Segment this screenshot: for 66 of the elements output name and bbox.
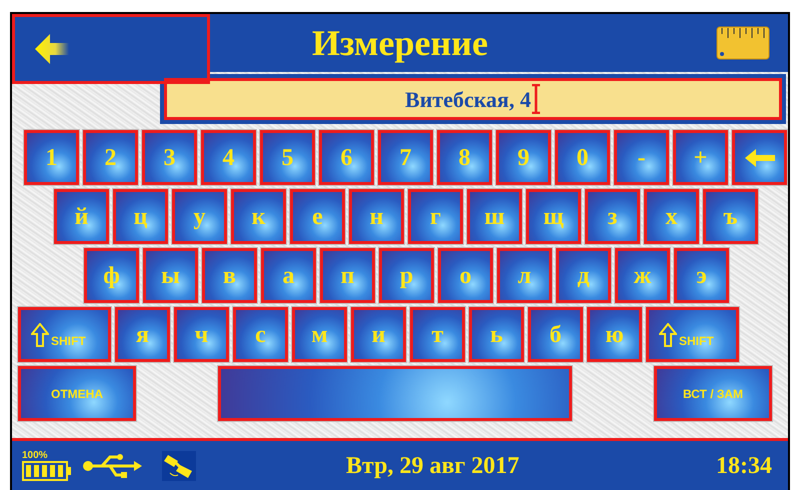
key[interactable]: б <box>528 307 583 362</box>
key[interactable]: г <box>408 189 463 244</box>
key[interactable]: ю <box>587 307 642 362</box>
key[interactable]: у <box>172 189 227 244</box>
key[interactable]: 2 <box>83 130 138 185</box>
key[interactable]: 8 <box>437 130 492 185</box>
back-button[interactable] <box>12 14 210 84</box>
key[interactable]: ч <box>174 307 229 362</box>
key[interactable]: с <box>233 307 288 362</box>
battery-percent: 100% <box>22 450 48 460</box>
key[interactable]: п <box>320 248 375 303</box>
key[interactable]: 9 <box>496 130 551 185</box>
key[interactable]: ь <box>469 307 524 362</box>
key[interactable]: ш <box>467 189 522 244</box>
key[interactable]: э <box>674 248 729 303</box>
key[interactable]: 0 <box>555 130 610 185</box>
backspace-key[interactable] <box>732 130 787 185</box>
key[interactable]: - <box>614 130 669 185</box>
text-field[interactable]: Витебская, 4 <box>160 74 786 124</box>
key[interactable]: л <box>497 248 552 303</box>
space-key[interactable] <box>218 366 572 421</box>
key[interactable]: т <box>410 307 465 362</box>
up-arrow-icon <box>31 323 49 347</box>
up-arrow-icon <box>659 323 677 347</box>
action-key[interactable]: ВСТ / ЗАМ <box>654 366 772 421</box>
action-key[interactable]: ОТМЕНА <box>18 366 136 421</box>
shift-key[interactable]: SHIFT <box>18 307 111 362</box>
key[interactable]: 4 <box>201 130 256 185</box>
key[interactable]: а <box>261 248 316 303</box>
key[interactable]: о <box>438 248 493 303</box>
key[interactable]: ж <box>615 248 670 303</box>
shift-key[interactable]: SHIFT <box>646 307 739 362</box>
date-text: Втр, 29 авг 2017 <box>346 452 520 480</box>
key[interactable]: н <box>349 189 404 244</box>
key[interactable]: + <box>673 130 728 185</box>
key[interactable]: к <box>231 189 286 244</box>
key[interactable]: р <box>379 248 434 303</box>
key[interactable]: х <box>644 189 699 244</box>
key[interactable]: 1 <box>24 130 79 185</box>
key[interactable]: м <box>292 307 347 362</box>
key[interactable]: е <box>290 189 345 244</box>
battery-icon <box>22 460 72 480</box>
key[interactable]: щ <box>526 189 581 244</box>
key[interactable]: з <box>585 189 640 244</box>
satellite-icon <box>162 450 196 480</box>
text-cursor-icon <box>530 84 541 114</box>
key[interactable]: д <box>556 248 611 303</box>
field-value: Витебская, 4 <box>405 86 531 114</box>
ruler-icon <box>716 26 770 60</box>
left-arrow-icon <box>744 148 774 166</box>
key[interactable]: и <box>351 307 406 362</box>
time-text: 18:34 <box>716 452 772 480</box>
key[interactable]: я <box>115 307 170 362</box>
key[interactable]: 7 <box>378 130 433 185</box>
left-arrow-icon <box>35 34 69 64</box>
key[interactable]: ы <box>143 248 198 303</box>
key[interactable]: ц <box>113 189 168 244</box>
key[interactable]: ф <box>84 248 139 303</box>
key[interactable]: 5 <box>260 130 315 185</box>
window-title: Измерение <box>312 25 488 61</box>
key[interactable]: 6 <box>319 130 374 185</box>
key[interactable]: в <box>202 248 257 303</box>
usb-icon <box>82 452 142 478</box>
key[interactable]: й <box>54 189 109 244</box>
key[interactable]: ъ <box>703 189 758 244</box>
key[interactable]: 3 <box>142 130 197 185</box>
